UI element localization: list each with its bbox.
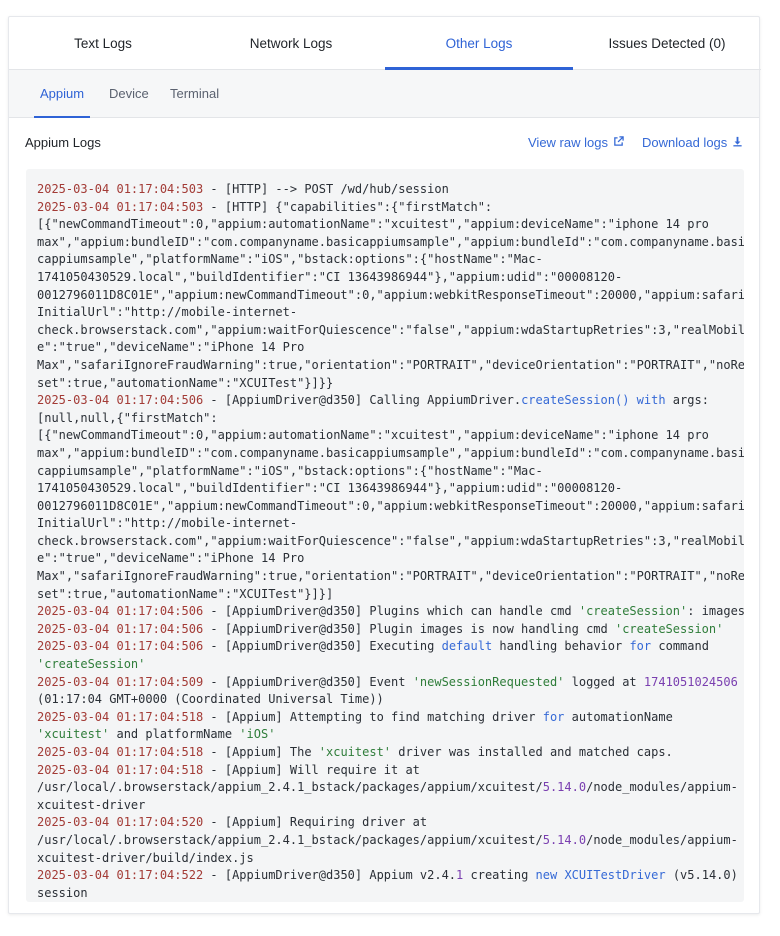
log-line: (01:17:04 GMT+0000 (Coordinated Universa… — [37, 692, 384, 707]
log-line: 2025-03-04 01:17:04:506 - [AppiumDriver@… — [37, 621, 724, 636]
view-raw-logs-link[interactable]: View raw logs — [528, 135, 624, 150]
log-line: 2025-03-04 01:17:04:520 - [Appium] Requi… — [37, 815, 428, 830]
log-line: 2025-03-04 01:17:04:506 - [AppiumDriver@… — [37, 393, 709, 408]
download-logs-link[interactable]: Download logs — [642, 135, 743, 150]
log-line: [{"newCommandTimeout":0,"appium:automati… — [37, 217, 709, 232]
download-icon — [732, 135, 743, 150]
log-line: cappiumsample","platformName":"iOS","bst… — [37, 252, 543, 267]
log-line: 2025-03-04 01:17:04:518 - [Appium] The '… — [37, 745, 673, 759]
log-line: check.browserstack.com","appium:waitForQ… — [37, 533, 744, 548]
subtab-device[interactable]: Device — [109, 70, 149, 117]
tab-other-logs[interactable]: Other Logs — [385, 17, 573, 70]
log-line: /usr/local/.browserstack/appium_2.4.1_bs… — [37, 832, 738, 847]
log-line: Max","safariIgnoreFraudWarning":true,"or… — [37, 357, 744, 372]
log-line: xcuitest-driver — [37, 797, 146, 812]
tab-text-logs[interactable]: Text Logs — [9, 17, 197, 69]
subtab-appium[interactable]: Appium — [33, 70, 91, 118]
log-line: 2025-03-04 01:17:04:518 - [Appium] Attem… — [37, 709, 673, 724]
download-logs-label: Download logs — [642, 135, 728, 150]
other-logs-subtabs: Appium Device Terminal — [9, 70, 759, 118]
log-line: 'xcuitest' and platformName 'iOS' — [37, 727, 276, 742]
log-line: check.browserstack.com","appium:waitForQ… — [37, 322, 744, 337]
log-line: 0012796011D8C01E","appium:newCommandTime… — [37, 287, 744, 302]
log-line: /usr/local/.browserstack/appium_2.4.1_bs… — [37, 780, 738, 795]
log-line: xcuitest-driver/build/index.js — [37, 850, 254, 865]
log-line: Max","safariIgnoreFraudWarning":true,"or… — [37, 569, 744, 584]
log-line: 1741050430529.local","buildIdentifier":"… — [37, 269, 623, 284]
view-raw-logs-label: View raw logs — [528, 135, 608, 150]
log-line: max","appium:bundleID":"com.companyname.… — [37, 234, 744, 249]
appium-log-output[interactable]: 2025-03-04 01:17:04:503 - [HTTP] --> POS… — [26, 169, 744, 902]
log-line: 2025-03-04 01:17:04:503 - [HTTP] --> POS… — [37, 182, 449, 196]
logs-panel: Text Logs Network Logs Other Logs Issues… — [8, 16, 761, 914]
log-line: 'createSession' — [37, 657, 146, 672]
log-line: max","appium:bundleID":"com.companyname.… — [37, 445, 744, 460]
log-line: 1741050430529.local","buildIdentifier":"… — [37, 481, 623, 496]
log-line: 2025-03-04 01:17:04:518 - [Appium] Will … — [37, 762, 420, 777]
external-link-icon — [613, 135, 624, 150]
log-line: 0012796011D8C01E","appium:newCommandTime… — [37, 498, 744, 513]
log-line: 2025-03-04 01:17:04:509 - [AppiumDriver@… — [37, 674, 738, 689]
log-line: 2025-03-04 01:17:04:506 - [AppiumDriver@… — [37, 604, 744, 619]
log-line: e":"true","deviceName":"iPhone 14 Pro — [37, 551, 305, 566]
log-line: InitialUrl":"http://mobile-internet- — [37, 516, 298, 531]
tab-issues-detected[interactable]: Issues Detected (0) — [573, 17, 761, 69]
log-line: cappiumsample","platformName":"iOS","bst… — [37, 463, 543, 478]
log-line: 2025-03-04 01:17:04:506 - [AppiumDriver@… — [37, 639, 709, 654]
log-line: 2025-03-04 01:17:04:522 - [AppiumDriver@… — [37, 868, 738, 883]
log-line: set":true,"automationName":"XCUITest"}]}… — [37, 586, 334, 601]
section-title: Appium Logs — [25, 135, 101, 150]
log-line: session — [37, 885, 88, 900]
log-line: e":"true","deviceName":"iPhone 14 Pro — [37, 340, 305, 355]
log-lines: 2025-03-04 01:17:04:503 - [HTTP] --> POS… — [37, 181, 744, 902]
tab-network-logs[interactable]: Network Logs — [197, 17, 385, 69]
log-line: InitialUrl":"http://mobile-internet- — [37, 305, 298, 320]
log-line: [null,null,{"firstMatch": — [37, 410, 218, 425]
log-line: 2025-03-04 01:17:04:503 - [HTTP] {"capab… — [37, 199, 493, 214]
subtab-terminal[interactable]: Terminal — [170, 70, 219, 117]
log-line: set":true,"automationName":"XCUITest"}]}… — [37, 375, 334, 390]
log-type-tabs: Text Logs Network Logs Other Logs Issues… — [9, 17, 761, 70]
log-line: [{"newCommandTimeout":0,"appium:automati… — [37, 428, 709, 443]
